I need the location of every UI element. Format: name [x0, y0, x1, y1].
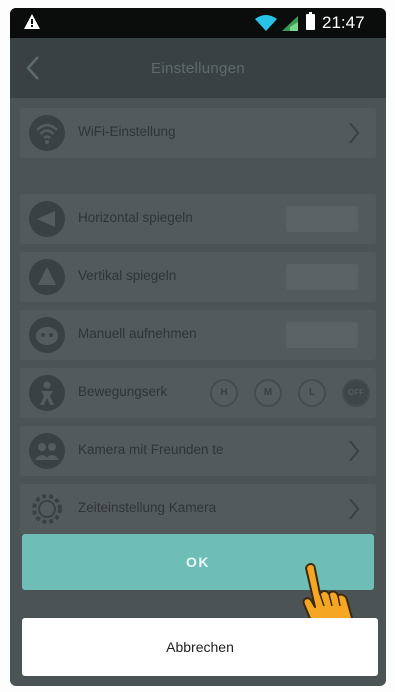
wifi-icon: [255, 15, 277, 31]
settings-row-mirror-vertical: Vertikal spiegeln: [20, 252, 376, 302]
setting-label: Zeiteinstellung Kamera: [78, 500, 217, 515]
motion-mode-low[interactable]: L: [298, 379, 326, 407]
motion-icon: [29, 375, 65, 411]
setting-label: Kamera mit Freunden te: [78, 442, 224, 457]
setting-label: Manuell aufnehmen: [78, 326, 197, 341]
time-settings-icon: [32, 494, 62, 524]
motion-mode-off[interactable]: OFF: [342, 379, 370, 407]
record-icon: [29, 317, 65, 353]
settings-row-manual-record: Manuell aufnehmen: [20, 310, 376, 360]
cancel-button[interactable]: Abbrechen: [22, 618, 378, 676]
settings-row-motion: Bewegungserk H M L OFF: [20, 368, 376, 418]
manual-record-toggle[interactable]: [286, 322, 358, 348]
signal-icon: [282, 16, 298, 31]
chevron-right-icon: [349, 122, 360, 144]
share-icon: [29, 433, 65, 469]
settings-row-mirror-horizontal: Horizontal spiegeln: [20, 194, 376, 244]
mirror-vertical-icon: [29, 259, 65, 295]
setting-label: WiFi-Einstellung: [78, 124, 176, 139]
wifi-icon: [29, 115, 65, 151]
battery-icon: [306, 12, 315, 30]
settings-row-time[interactable]: Zeiteinstellung Kamera: [20, 484, 376, 534]
settings-row-wifi[interactable]: WiFi-Einstellung: [20, 108, 376, 158]
phone-screen: 21:47 Einstellungen WiFi-Einstellung Hor…: [10, 8, 386, 686]
status-bar: 21:47: [10, 8, 386, 38]
setting-label: Horizontal spiegeln: [78, 210, 193, 225]
motion-mode-high[interactable]: H: [210, 379, 238, 407]
chevron-right-icon: [349, 440, 360, 462]
clock: 21:47: [322, 13, 365, 32]
motion-mode-medium[interactable]: M: [254, 379, 282, 407]
warning-icon: [24, 14, 40, 29]
setting-label: Vertikal spiegeln: [78, 268, 177, 283]
page-title: Einstellungen: [151, 60, 245, 77]
app-header: Einstellungen: [10, 38, 386, 98]
settings-row-share[interactable]: Kamera mit Freunden te: [20, 426, 376, 476]
mirror-vertical-toggle[interactable]: [286, 264, 358, 290]
mirror-horizontal-toggle[interactable]: [286, 206, 358, 232]
chevron-right-icon: [349, 498, 360, 520]
setting-label: Bewegungserk: [78, 384, 168, 399]
mirror-horizontal-icon: [29, 201, 65, 237]
